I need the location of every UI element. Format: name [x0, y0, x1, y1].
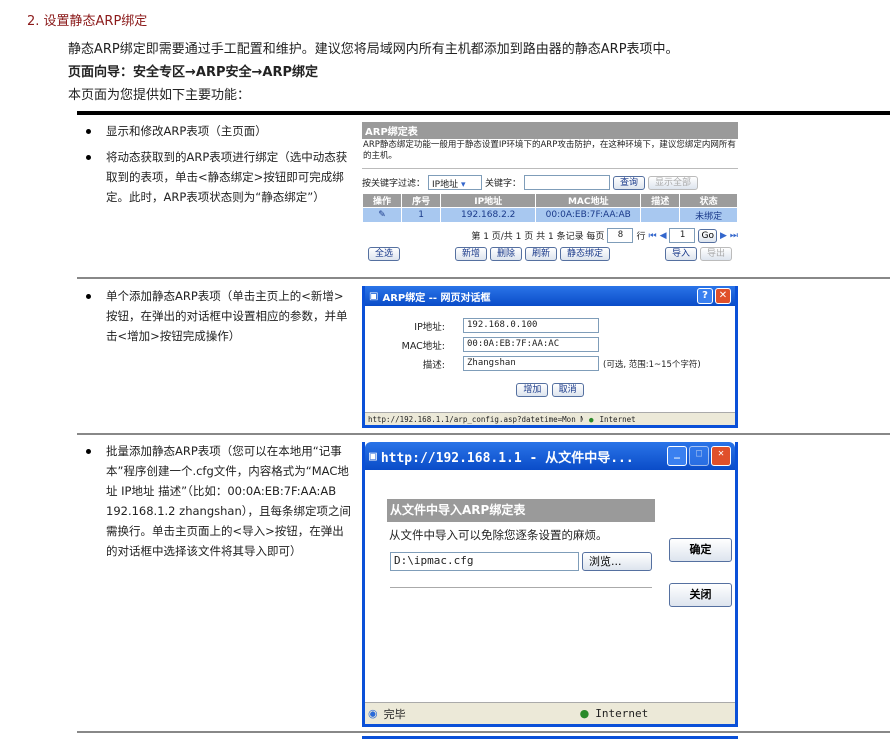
filter-label: 按关键字过滤：	[362, 179, 426, 189]
prev-page-icon[interactable]: ◀	[660, 231, 667, 241]
go-button[interactable]: Go	[698, 228, 717, 243]
show-all-button[interactable]: 显示全部	[648, 175, 699, 190]
file-path-input[interactable]: D:\ipmac.cfg	[390, 552, 579, 571]
import-button[interactable]: 导入	[664, 247, 697, 261]
minimize-icon[interactable]: _	[667, 446, 687, 466]
cell-status: 未绑定	[679, 207, 738, 223]
globe-icon: ●	[579, 707, 590, 720]
close-button[interactable]: 关闭	[669, 583, 732, 607]
globe-icon: ●	[589, 414, 594, 424]
filter-select[interactable]: IP地址 ▾	[428, 175, 483, 190]
section-title: 2. 设置静态ARP绑定	[27, 14, 148, 29]
edit-icon[interactable]: ✎	[361, 207, 403, 223]
add-button[interactable]: 新增	[454, 247, 487, 261]
confirm-add-button[interactable]: 增加	[516, 383, 549, 397]
import-title: http://192.168.1.1 - 从文件中导...	[380, 450, 634, 466]
status-url: http://192.168.1.1/arp_config.asp?dateti…	[368, 414, 583, 424]
browse-button[interactable]: 浏览...	[582, 552, 652, 571]
keyword-label: 关键字：	[485, 179, 522, 189]
import-dialog: ▣ http://192.168.1.1 - 从文件中导... _ □ ✕ 从文…	[362, 442, 738, 727]
import-titlebar: ▣ http://192.168.1.1 - 从文件中导... _ □ ✕	[365, 442, 735, 470]
col-header: 序号	[401, 193, 442, 208]
import-desc: 从文件中导入可以免除您逐条设置的麻烦。	[389, 528, 608, 542]
select-all-button[interactable]: 全选	[368, 247, 401, 261]
feature-list-3: 批量添加静态ARP表项（您可以在本地用“记事本”程序创建一个.cfg文件，内容格…	[80, 441, 355, 567]
list-item: 将动态获取到的ARP表项进行绑定（选中动态获取到的表项，单击<静态绑定>按钮即可…	[80, 147, 355, 207]
cell-desc	[640, 207, 681, 223]
import-bar: 从文件中导入ARP绑定表	[387, 499, 655, 522]
feature-list-2: 单个添加静态ARP表项（单击主页上的<新增>按钮，在弹出的对话框中设置相应的参数…	[80, 286, 355, 352]
arp-table-desc: ARP静态绑定功能一般用于静态设置IP环境下的ARP攻击防护，在这种环境下，建议…	[362, 139, 738, 169]
zone-label: Internet	[595, 707, 649, 720]
cancel-button[interactable]: 取消	[551, 383, 584, 397]
mac-label: MAC地址:	[401, 340, 445, 352]
col-header: 描述	[640, 193, 681, 208]
search-button[interactable]: 查询	[613, 175, 646, 190]
delete-button[interactable]: 删除	[489, 247, 522, 261]
keyword-input[interactable]	[524, 175, 611, 190]
export-button[interactable]: 导出	[700, 247, 733, 261]
pager-text: 第 1 页/共 1 页 共 1 条记录 每页	[471, 232, 605, 242]
refresh-button[interactable]: 刷新	[525, 247, 558, 261]
row-divider	[77, 433, 890, 435]
ok-button[interactable]: 确定	[669, 538, 732, 562]
ie-icon: ▣	[369, 448, 377, 464]
dialog-title: ARP绑定 -- 网页对话框	[382, 292, 491, 304]
table-top-rule	[77, 111, 890, 115]
help-icon[interactable]: ?	[697, 288, 713, 304]
page-input[interactable]: 1	[669, 228, 696, 243]
ip-input[interactable]: 192.168.0.100	[463, 318, 599, 333]
list-item: 单个添加静态ARP表项（单击主页上的<新增>按钮，在弹出的对话框中设置相应的参数…	[80, 286, 355, 346]
list-item: 显示和修改ARP表项（主页面）	[80, 121, 355, 141]
add-arp-dialog: ▣ ARP绑定 -- 网页对话框 ? ✕ IP地址: 192.168.0.100 …	[362, 286, 738, 428]
cell-index: 1	[401, 207, 442, 223]
mac-input[interactable]: 00:0A:EB:7F:AA:AC	[463, 337, 599, 352]
filter-select-value: IP地址	[432, 180, 459, 190]
arp-table-title: ARP绑定表	[362, 122, 738, 139]
zone-label: Internet	[599, 414, 636, 424]
maximize-icon[interactable]: □	[689, 446, 709, 466]
last-page-icon[interactable]: ⏭	[730, 231, 738, 241]
close-icon[interactable]: ✕	[715, 288, 731, 304]
cell-mac: 00:0A:EB:7F:AA:AB	[535, 207, 642, 223]
desc-hint: (可选, 范围:1~15个字符)	[603, 359, 701, 370]
ie-page-icon: ◉	[368, 707, 378, 720]
table-row[interactable]: ✎ 1 192.168.2.2 00:0A:EB:7F:AA:AB 未绑定	[361, 207, 738, 223]
row-divider	[77, 731, 890, 733]
ie-icon: ▣	[369, 290, 379, 302]
nav-path: 页面向导：安全专区→ARP安全→ARP绑定	[68, 65, 318, 80]
divider	[390, 587, 652, 588]
close-icon[interactable]: ✕	[711, 446, 731, 466]
col-header: 状态	[679, 193, 738, 208]
col-header: 操作	[361, 193, 403, 208]
static-bind-button[interactable]: 静态绑定	[560, 247, 611, 261]
features-intro: 本页面为您提供如下主要功能：	[68, 88, 251, 103]
feature-list-1: 显示和修改ARP表项（主页面） 将动态获取到的ARP表项进行绑定（选中动态获取到…	[80, 121, 355, 213]
per-page-input[interactable]: 8	[607, 228, 634, 243]
list-item: 批量添加静态ARP表项（您可以在本地用“记事本”程序创建一个.cfg文件，内容格…	[80, 441, 355, 561]
status-text: 完毕	[383, 707, 406, 721]
intro-text: 静态ARP绑定即需要通过手工配置和维护。建议您将局域网内所有主机都添加到路由器的…	[68, 42, 679, 57]
col-header: MAC地址	[535, 193, 642, 208]
cell-ip: 192.168.2.2	[440, 207, 537, 223]
ip-label: IP地址:	[414, 321, 445, 333]
first-page-icon[interactable]: ⏮	[648, 231, 656, 241]
chevron-down-icon: ▾	[460, 180, 466, 190]
rows-label: 行	[636, 232, 646, 242]
next-page-icon[interactable]: ▶	[720, 231, 727, 241]
col-header: IP地址	[440, 193, 537, 208]
row-divider	[77, 277, 890, 279]
dialog-titlebar: ▣ ARP绑定 -- 网页对话框 ? ✕	[365, 286, 735, 306]
desc-input[interactable]: Zhangshan	[463, 356, 599, 371]
arp-table-screenshot: ARP绑定表 ARP静态绑定功能一般用于静态设置IP环境下的ARP攻击防护，在这…	[361, 122, 738, 264]
desc-label: 描述:	[422, 359, 445, 371]
arp-table: 操作 序号 IP地址 MAC地址 描述 状态 ✎ 1 192.168.2.2 0…	[361, 193, 738, 223]
